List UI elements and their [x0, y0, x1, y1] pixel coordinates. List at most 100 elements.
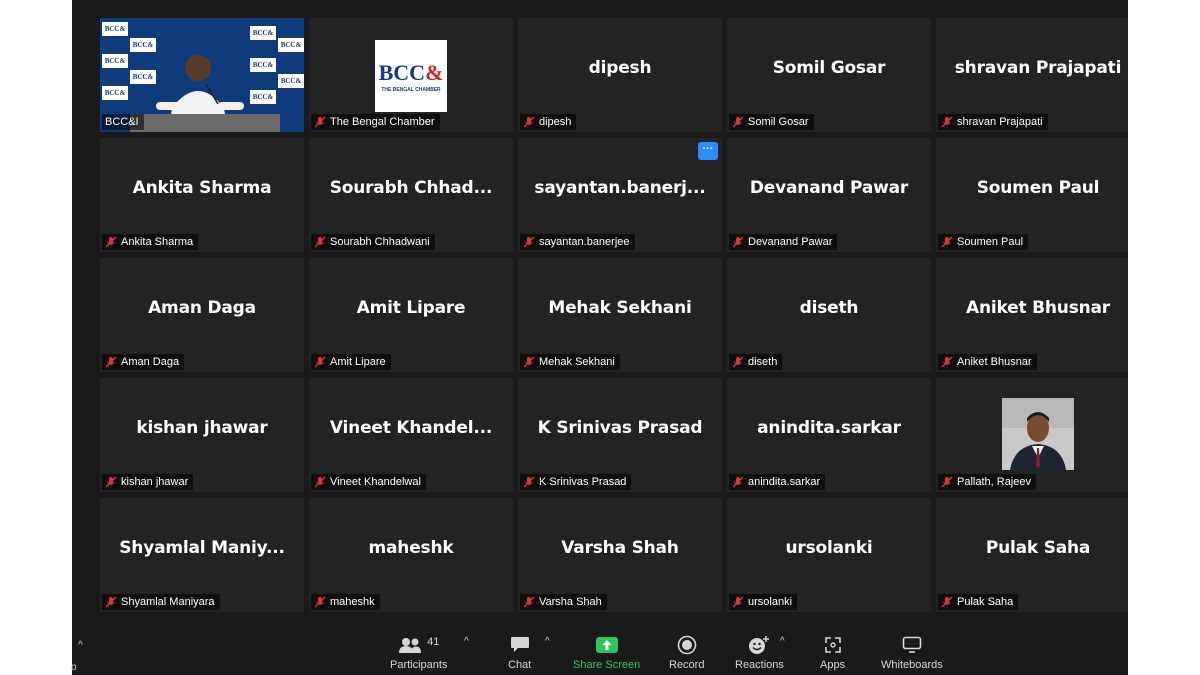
muted-mic-icon	[523, 356, 535, 368]
logo-subtitle: THE BENGAL CHAMBER	[381, 86, 441, 93]
share-screen-label: Share Screen	[573, 659, 641, 671]
muted-mic-icon	[105, 476, 117, 488]
participant-tile[interactable]: K Srinivas Prasad K Srinivas Prasad	[518, 378, 722, 492]
share-screen-button[interactable]: Share Screen	[573, 634, 640, 671]
participant-tile[interactable]: Soumen Paul Soumen Paul	[936, 138, 1128, 252]
participant-nameplate: Amit Lipare	[311, 354, 391, 370]
participant-tile[interactable]: anindita.sarkar anindita.sarkar	[727, 378, 931, 492]
muted-mic-icon	[732, 596, 744, 608]
participant-nameplate: sayantan.banerjee	[520, 234, 635, 250]
whiteboard-icon	[902, 636, 922, 653]
participant-name: Devanand Pawar	[748, 236, 833, 248]
participant-name: Soumen Paul	[957, 236, 1024, 248]
participant-tile[interactable]: ··· sayantan.banerj... sayantan.banerjee	[518, 138, 722, 252]
more-options-button[interactable]: ···	[698, 142, 718, 160]
muted-mic-icon	[941, 236, 953, 248]
participant-tile[interactable]: kishan jhawar kishan jhawar	[100, 378, 304, 492]
chat-button[interactable]: Chat	[508, 634, 531, 671]
participant-tile-pallath[interactable]: Pallath, Rajeev	[936, 378, 1128, 492]
participant-name: dipesh	[539, 116, 572, 128]
participant-tile[interactable]: maheshk maheshk	[309, 498, 513, 612]
participant-tile-bcci[interactable]: BCC& BCC& BCC& BCC& BCC& BCC& BCC& BCC& …	[100, 18, 304, 132]
participant-tile[interactable]: Shyamlal Maniy... Shyamlal Maniyara	[100, 498, 304, 612]
participant-tile[interactable]: diseth diseth	[727, 258, 931, 372]
backdrop-logo: BCC&	[250, 26, 276, 40]
participant-display-name: Pulak Saha	[985, 538, 1091, 558]
participant-name: shravan Prajapati	[957, 116, 1043, 128]
participant-name: Mehak Sekhani	[539, 356, 615, 368]
apps-icon	[824, 637, 841, 653]
participant-tile[interactable]: Amit Lipare Amit Lipare	[309, 258, 513, 372]
muted-mic-icon	[732, 116, 744, 128]
reactions-options-caret[interactable]: ^	[780, 636, 785, 647]
apps-label: Apps	[820, 659, 846, 671]
muted-mic-icon	[314, 356, 326, 368]
participants-label: Participants	[390, 659, 448, 671]
participant-name: Pallath, Rajeev	[957, 476, 1031, 488]
record-button[interactable]: Record	[669, 634, 704, 671]
participant-tile[interactable]: Pulak Saha Pulak Saha	[936, 498, 1128, 612]
participants-options-caret[interactable]: ^	[464, 636, 469, 647]
backdrop-logo: BCC&	[102, 22, 128, 36]
participant-tile[interactable]: Aniket Bhusnar Aniket Bhusnar	[936, 258, 1128, 372]
muted-mic-icon	[314, 236, 326, 248]
participant-tile[interactable]: shravan Prajapati shravan Prajapati	[936, 18, 1128, 132]
whiteboards-button[interactable]: Whiteboards	[881, 634, 943, 671]
chat-options-caret[interactable]: ^	[545, 636, 550, 647]
participant-nameplate: Sourabh Chhadwani	[311, 234, 435, 250]
meeting-toolbar: 41 Participants ^ Chat ^ Share Screen Re…	[72, 626, 1128, 675]
reactions-label: Reactions	[735, 659, 784, 671]
backdrop-logo: BCC&	[102, 54, 128, 68]
participant-tile[interactable]: ursolanki ursolanki	[727, 498, 931, 612]
participant-name: Amit Lipare	[330, 356, 386, 368]
participant-name: The Bengal Chamber	[330, 116, 435, 128]
participant-display-name: Ankita Sharma	[132, 178, 272, 198]
apps-button[interactable]: Apps	[820, 634, 845, 671]
participants-button[interactable]: 41 Participants	[390, 634, 447, 671]
muted-mic-icon	[732, 356, 744, 368]
participant-display-name: dipesh	[588, 58, 652, 78]
participant-name: Vineet Khandelwal	[330, 476, 421, 488]
muted-mic-icon	[523, 476, 535, 488]
profile-photo	[1002, 398, 1074, 470]
logo-ampersand: &	[425, 59, 444, 85]
participants-count: 41	[427, 636, 440, 648]
participant-name: Aniket Bhusnar	[957, 356, 1032, 368]
muted-mic-icon	[941, 116, 953, 128]
participant-display-name: Varsha Shah	[561, 538, 679, 558]
participant-name: anindita.sarkar	[748, 476, 821, 488]
backdrop-logo: BCC&	[250, 58, 276, 72]
audio-options-caret[interactable]: ^	[78, 640, 83, 651]
participant-display-name: Somil Gosar	[772, 58, 886, 78]
participant-tile[interactable]: Mehak Sekhani Mehak Sekhani	[518, 258, 722, 372]
participant-tile[interactable]: Somil Gosar Somil Gosar	[727, 18, 931, 132]
muted-mic-icon	[523, 236, 535, 248]
participant-nameplate: K Srinivas Prasad	[520, 474, 632, 490]
participant-nameplate: The Bengal Chamber	[311, 114, 440, 130]
participant-name: Shyamlal Maniyara	[121, 596, 215, 608]
participant-tile[interactable]: Devanand Pawar Devanand Pawar	[727, 138, 931, 252]
participant-display-name: Amit Lipare	[356, 298, 466, 318]
participant-tile[interactable]: dipesh dipesh	[518, 18, 722, 132]
participant-name: kishan jhawar	[121, 476, 189, 488]
participant-nameplate: Ankita Sharma	[102, 234, 199, 250]
participant-tile[interactable]: Aman Daga Aman Daga	[100, 258, 304, 372]
participant-tile[interactable]: Sourabh Chhad... Sourabh Chhadwani	[309, 138, 513, 252]
participant-tile[interactable]: Ankita Sharma Ankita Sharma	[100, 138, 304, 252]
participant-tile[interactable]: Varsha Shah Varsha Shah	[518, 498, 722, 612]
backdrop-logo: BCC&	[278, 38, 304, 52]
muted-mic-icon	[105, 596, 117, 608]
participant-nameplate: Somil Gosar	[729, 114, 814, 130]
reactions-button[interactable]: Reactions	[735, 634, 784, 671]
participant-name: Somil Gosar	[748, 116, 809, 128]
participant-name: diseth	[748, 356, 778, 368]
participant-tile-bengal-chamber[interactable]: BCC& THE BENGAL CHAMBER The Bengal Chamb…	[309, 18, 513, 132]
participant-tile[interactable]: Vineet Khandel... Vineet Khandelwal	[309, 378, 513, 492]
muted-mic-icon	[941, 356, 953, 368]
participant-display-name: diseth	[799, 298, 859, 318]
participant-name: K Srinivas Prasad	[539, 476, 627, 488]
participant-display-name: Aman Daga	[148, 298, 256, 318]
muted-mic-icon	[732, 236, 744, 248]
participant-nameplate: diseth	[729, 354, 783, 370]
participant-nameplate: ursolanki	[729, 594, 798, 610]
